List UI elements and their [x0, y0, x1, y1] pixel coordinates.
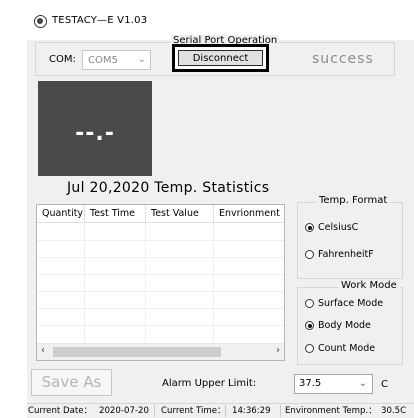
radio-celsius-label: CelsiusC [318, 222, 359, 233]
table-row-divider [37, 291, 284, 292]
statistics-title: Jul 20,2020 Temp. Statistics [67, 180, 270, 196]
column-header-environment[interactable]: Envrionment [214, 205, 284, 223]
com-port-value: COM5 [88, 55, 118, 66]
radio-body-mode-label: Body Mode [318, 320, 371, 331]
current-time-value: 14:36:29 [232, 406, 271, 416]
chevron-right-icon[interactable]: › [276, 345, 280, 356]
chevron-left-icon[interactable]: ‹ [41, 345, 45, 356]
table-row-divider [37, 257, 284, 258]
horizontal-scrollbar[interactable]: ‹ › [37, 343, 284, 360]
work-mode-label: Work Mode [338, 280, 400, 291]
column-header-test-time[interactable]: Test Time [85, 205, 146, 223]
window-title: TESTACY—E V1.03 [52, 15, 148, 26]
temperature-display: --.- [38, 81, 152, 176]
com-label: COM: [49, 54, 76, 65]
table-row-divider [37, 308, 284, 309]
radio-selected-icon [305, 321, 314, 330]
disconnect-button-label: Disconnect [178, 50, 263, 66]
alarm-upper-limit-label: Alarm Upper Limit: [162, 378, 257, 389]
radio-surface-mode-label: Surface Mode [318, 298, 384, 309]
connection-status: success [312, 51, 374, 67]
temp-format-label: Temp. Format [316, 195, 391, 206]
column-header-test-value[interactable]: Test Value [146, 205, 214, 223]
environment-temp-value: 30.5C [381, 406, 407, 416]
disconnect-button[interactable]: Disconnect [172, 44, 269, 72]
current-date-value: 2020-07-20 [99, 406, 149, 416]
save-as-button[interactable]: Save As [31, 369, 112, 396]
status-bar: Current Date： 2020-07-20 Current Time： 1… [27, 403, 414, 418]
app-logo-icon [34, 15, 47, 28]
alarm-upper-limit-value: 37.5 [299, 378, 322, 389]
current-time-label: Current Time： [161, 406, 226, 416]
status-separator [154, 405, 155, 417]
com-port-select[interactable]: COM5 ⌄ [82, 50, 151, 70]
status-separator [225, 405, 226, 417]
radio-unselected-icon [305, 344, 314, 353]
alarm-unit-label: C [381, 379, 388, 390]
table-row-divider [37, 240, 284, 241]
temp-format-group [297, 202, 403, 279]
table-row-divider [37, 325, 284, 326]
temperature-value: --.- [75, 121, 115, 146]
status-separator [280, 405, 281, 417]
alarm-upper-limit-select[interactable]: 37.5 ⌄ [294, 374, 373, 394]
current-date-label: Current Date： [28, 406, 93, 416]
radio-fahrenheit-label: FahrenheitF [318, 249, 374, 260]
radio-unselected-icon [305, 250, 314, 259]
column-header-quantity[interactable]: Quantity [37, 205, 85, 223]
statistics-table[interactable]: Quantity Test Time Test Value Envrionmen… [36, 204, 285, 361]
chevron-down-icon: ⌄ [358, 378, 367, 389]
table-row-divider [37, 274, 284, 275]
chevron-down-icon: ⌄ [137, 54, 146, 65]
radio-unselected-icon [305, 299, 314, 308]
scrollbar-thumb[interactable] [53, 347, 221, 357]
radio-selected-icon [305, 223, 314, 232]
environment-temp-label: Environment Temp.： [285, 406, 377, 416]
radio-count-mode-label: Count Mode [318, 343, 376, 354]
